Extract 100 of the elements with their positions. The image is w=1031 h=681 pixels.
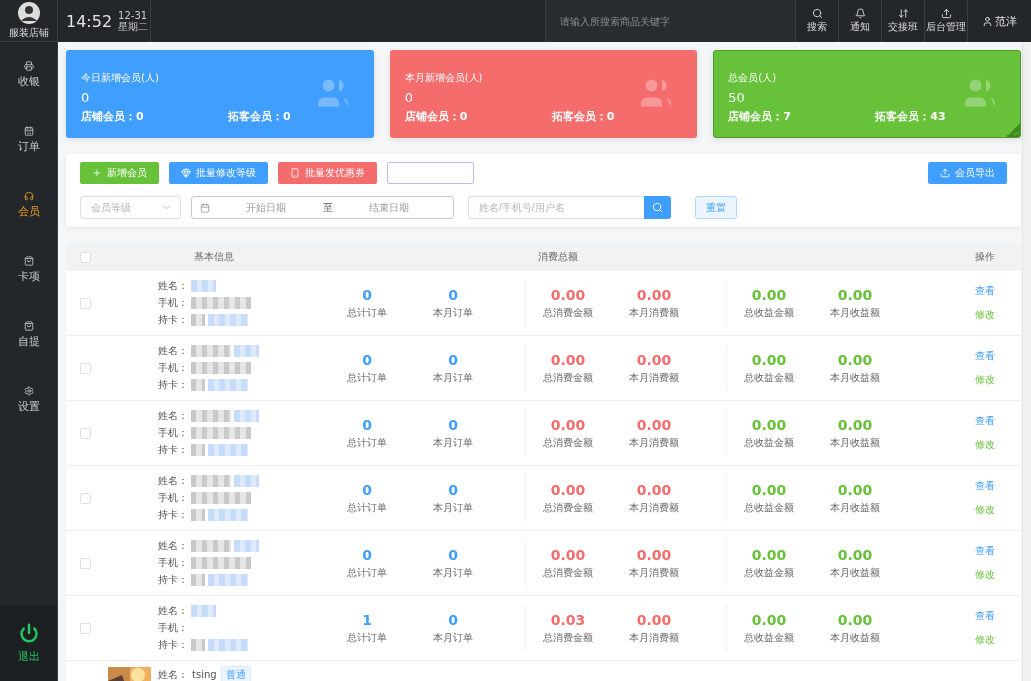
date-range-field[interactable]: 开始日期 至 结束日期 <box>191 196 454 219</box>
stat-value: 0.00 <box>636 546 672 563</box>
stat-caption: 总消费金额 <box>543 435 593 450</box>
field-label: 持卡： <box>158 378 188 392</box>
blurred-card <box>191 314 205 326</box>
nav-item[interactable]: 卡项 <box>0 237 57 302</box>
view-link[interactable]: 查看 <box>975 609 995 623</box>
stat-card[interactable]: 本月新增会员(人) 0 店铺会员：0 拓客会员：0 <box>389 50 698 138</box>
stat-value: 0 <box>448 351 458 368</box>
view-link[interactable]: 查看 <box>975 544 995 558</box>
nav-item[interactable]: 会员 <box>0 172 57 237</box>
row-checkbox[interactable] <box>79 622 91 634</box>
field-label: 手机： <box>158 296 188 310</box>
reset-button[interactable]: 重置 <box>695 196 737 219</box>
store-members: 店铺会员：7 <box>728 109 792 124</box>
search-button[interactable] <box>644 196 671 219</box>
nav-item[interactable]: 收银 <box>0 42 57 107</box>
edit-link[interactable]: 修改 <box>975 633 995 647</box>
row-checkbox[interactable] <box>79 362 91 374</box>
calendar-icon <box>23 125 34 136</box>
range-separator: 至 <box>322 200 333 215</box>
row-checkbox[interactable] <box>79 297 91 309</box>
blurred-card-name <box>208 639 248 651</box>
expand-members: 拓客会员：0 <box>551 109 615 124</box>
stat-value: 0.00 <box>751 481 787 498</box>
card-value: 0 <box>404 90 414 105</box>
nav-item[interactable]: 设置 <box>0 367 57 432</box>
scrollbar[interactable] <box>1022 42 1031 681</box>
upload-icon <box>940 8 952 19</box>
blurred-card-name <box>208 509 248 521</box>
column-header: 操作 <box>975 250 995 264</box>
search-icon <box>811 8 823 19</box>
field-label: 姓名： <box>158 409 188 423</box>
stat-caption: 总计订单 <box>347 370 387 385</box>
stat-caption: 总计订单 <box>347 630 387 645</box>
card-title: 总会员(人) <box>728 71 778 85</box>
level-select[interactable]: 会员等级 <box>80 196 181 219</box>
search-field[interactable]: 请输入所搜索商品关键字 <box>545 0 795 42</box>
stat-value: 0.00 <box>550 351 586 368</box>
nav-item[interactable]: 订单 <box>0 107 57 172</box>
headphones-icon <box>23 190 34 201</box>
action-button[interactable]: 批量修改等级 <box>169 162 268 184</box>
blurred-card <box>191 639 205 651</box>
edit-link[interactable]: 修改 <box>975 438 995 452</box>
field-label: 姓名： <box>158 474 188 488</box>
row-checkbox[interactable] <box>79 557 91 569</box>
card-title: 今日新增会员(人) <box>81 71 160 85</box>
expand-members: 拓客会员：43 <box>875 109 946 124</box>
blurred-card <box>191 444 205 456</box>
stat-caption: 本月订单 <box>433 305 473 320</box>
field-label: 持卡： <box>158 508 188 522</box>
stat-caption: 总计订单 <box>347 565 387 580</box>
row-checkbox[interactable] <box>79 427 91 439</box>
stat-caption: 本月消费额 <box>629 500 679 515</box>
input-field[interactable] <box>387 162 474 184</box>
stat-caption: 总消费金额 <box>543 500 593 515</box>
blurred-card-name <box>208 444 248 456</box>
edit-link[interactable]: 修改 <box>975 308 995 322</box>
stat-caption: 本月订单 <box>433 565 473 580</box>
stat-card[interactable]: 总会员(人) 50 店铺会员：7 拓客会员：43 <box>713 50 1021 138</box>
action-button[interactable]: 批量发优惠券 <box>278 162 377 184</box>
view-link[interactable]: 查看 <box>975 414 995 428</box>
stat-value: 0 <box>362 481 372 498</box>
stat-caption: 本月订单 <box>433 370 473 385</box>
stat-caption: 总消费金额 <box>543 305 593 320</box>
view-link[interactable]: 查看 <box>975 284 995 298</box>
field-label: 姓名： <box>158 604 188 618</box>
date: 12-31 <box>118 10 149 21</box>
field-label: 手机： <box>158 426 188 440</box>
nav-item[interactable]: 自提 <box>0 302 57 367</box>
view-link[interactable]: 查看 <box>975 349 995 363</box>
stat-value: 0 <box>448 286 458 303</box>
stat-caption: 总收益金额 <box>744 565 794 580</box>
stat-value: 0.00 <box>636 481 672 498</box>
field-label: 手机： <box>158 556 188 570</box>
edit-link[interactable]: 修改 <box>975 373 995 387</box>
logout-button[interactable]: 退出 <box>0 605 57 681</box>
row-checkbox[interactable] <box>79 492 91 504</box>
stat-caption: 本月订单 <box>433 630 473 645</box>
store-name: 服装店铺 <box>8 25 49 40</box>
select-all-checkbox[interactable] <box>79 251 91 263</box>
stat-value: 0.00 <box>550 481 586 498</box>
view-link[interactable]: 查看 <box>975 479 995 493</box>
stat-caption: 本月消费额 <box>629 630 679 645</box>
bag-icon <box>23 255 34 266</box>
stat-caption: 总消费金额 <box>543 370 593 385</box>
member-search-field[interactable]: 姓名/手机号/用户名 <box>468 196 644 219</box>
edit-link[interactable]: 修改 <box>975 503 995 517</box>
card-value: 0 <box>81 90 91 105</box>
edit-link[interactable]: 修改 <box>975 568 995 582</box>
stat-caption: 本月收益额 <box>830 565 880 580</box>
stat-card[interactable]: 今日新增会员(人) 0 店铺会员：0 拓客会员：0 <box>66 50 374 138</box>
expand-members: 拓客会员：0 <box>228 109 291 124</box>
printer-icon <box>23 60 34 71</box>
action-button[interactable]: 新增会员 <box>80 162 159 184</box>
blurred-card-name <box>208 574 248 586</box>
stat-value: 0.00 <box>837 416 873 433</box>
export-button[interactable]: 会员导出 <box>928 162 1007 184</box>
weekday: 星期二 <box>118 21 149 32</box>
store-members: 店铺会员：0 <box>81 109 145 124</box>
